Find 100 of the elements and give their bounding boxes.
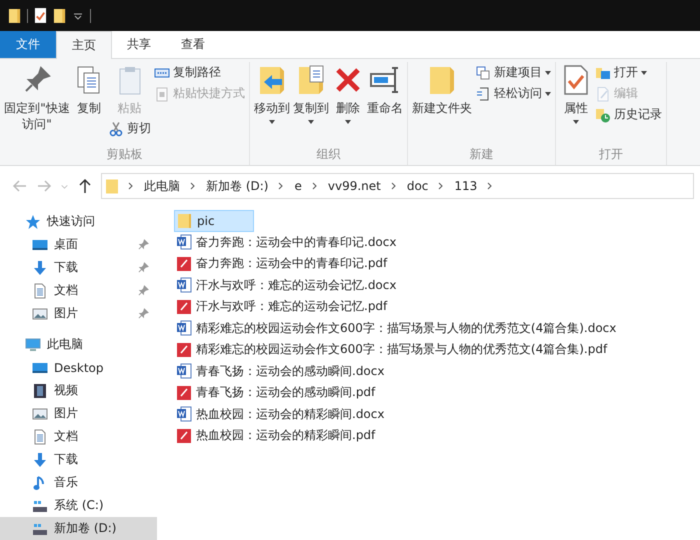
file-item[interactable]: 汗水与欢呼：难忘的运动会记忆.pdf [174,296,390,318]
breadcrumb-item[interactable]: 此电脑 [144,178,180,194]
ribbon-button[interactable]: 复制到 [292,62,330,126]
chevron-icon[interactable] [438,182,444,190]
file-item[interactable]: 汗水与欢呼：难忘的运动会记忆.docx [174,274,398,296]
chevron-icon[interactable] [190,182,196,190]
sidebar-item[interactable]: Desktop [0,356,157,379]
picture-icon [32,406,48,422]
folder-icon[interactable] [53,7,66,24]
ribbon-button[interactable]: 删除 [331,62,365,126]
easy-access-icon [475,86,491,102]
sidebar-item[interactable]: 下载 [0,256,157,279]
caret-icon [345,120,351,124]
breadcrumb-item[interactable]: 113 [454,179,478,193]
ribbon-button[interactable]: 复制路径 [153,62,246,83]
ribbon-button[interactable]: 移动到 [253,62,291,126]
ribbon-button[interactable]: 轻松访问 [474,83,552,104]
ribbon-button[interactable]: 新建项目 [474,62,552,83]
ribbon-tab[interactable]: 查看 [166,31,220,58]
document-icon [32,282,48,298]
picture-icon [32,306,48,322]
new-item-icon [475,64,491,80]
ribbon-button[interactable]: 属性 [559,62,593,126]
pdf-document-icon [176,256,192,272]
chevron-icon[interactable] [312,182,318,190]
sidebar-item[interactable]: 下载 [0,448,157,471]
edit-icon [595,86,611,102]
word-document-icon [176,277,192,294]
ribbon-tab[interactable]: 主页 [56,31,112,59]
chevron-icon[interactable] [128,182,134,190]
sidebar-item[interactable]: 此电脑 [0,333,157,356]
ribbon-button[interactable]: 打开 [594,62,663,83]
folder-icon[interactable] [8,7,21,24]
history-icon [595,106,611,122]
properties-icon[interactable] [34,7,47,24]
pdf-document-icon [176,342,192,358]
monitor-icon [25,336,41,352]
word-document-icon [176,363,192,380]
ribbon-button[interactable]: 重命名 [366,62,404,118]
sidebar-item[interactable]: 图片 [0,402,157,425]
file-item[interactable]: 精彩难忘的校园运动会作文600字：描写场景与人物的优秀范文(4篇合集).docx [174,318,618,339]
breadcrumb-item[interactable]: 新加卷 (D:) [206,178,268,194]
breadcrumb-item[interactable]: vv99.net [328,179,381,193]
caret-icon [573,120,579,124]
document-icon [32,428,48,444]
sidebar-item[interactable]: 视频 [0,379,157,402]
sidebar-item[interactable]: 快速访问 [0,210,157,233]
pdf-document-icon [176,428,192,444]
download-arrow-icon [32,260,48,276]
chevron-icon[interactable] [487,182,494,190]
file-item[interactable]: 青春飞扬：运动会的感动瞬间.pdf [174,382,378,404]
ribbon-button[interactable]: 剪切 [107,118,152,139]
folder-icon [177,212,193,229]
breadcrumb-item[interactable]: doc [406,179,428,193]
file-item[interactable]: pic [174,210,254,232]
file-item[interactable]: 热血校园：运动会的精彩瞬间.docx [174,404,386,425]
group-label: 剪贴板 [106,146,144,163]
download-arrow-icon [32,452,48,468]
rename-icon [369,64,401,96]
group-label: 打开 [598,146,624,163]
sidebar-item[interactable]: 图片 [0,302,157,325]
file-item[interactable]: 奋力奔跑：运动会中的青春印记.docx [174,232,398,253]
star-icon [25,214,41,230]
pdf-document-icon [176,298,192,315]
address-bar[interactable]: 此电脑 新加卷 (D:) e vv99.net doc 113 [101,173,694,199]
file-item[interactable]: 青春飞扬：运动会的感动瞬间.docx [174,360,386,382]
word-document-icon [176,320,192,336]
folder-icon [106,178,118,194]
ribbon-button[interactable]: 固定到"快速访问" [3,62,71,134]
scissors-icon [108,120,124,136]
ribbon-button[interactable]: 复制 [72,62,106,118]
group-label: 新建 [468,146,494,163]
sidebar-item[interactable]: 文档 [0,279,157,302]
word-document-icon [176,406,192,422]
chevron-icon[interactable] [278,182,284,190]
file-item[interactable]: 精彩难忘的校园运动会作文600字：描写场景与人物的优秀范文(4篇合集).pdf [174,339,610,360]
file-menu-tab[interactable]: 文件 [0,31,56,58]
sidebar-item[interactable]: 系统 (C:) [0,494,157,517]
ribbon-button[interactable]: 新建文件夹 [411,62,473,118]
sidebar-item[interactable]: 文档 [0,425,157,448]
shortcut-icon [154,86,170,102]
file-item[interactable]: 奋力奔跑：运动会中的青春印记.pdf [174,253,390,274]
caret-icon [545,92,551,96]
caret-icon [269,120,275,124]
breadcrumb-item[interactable]: e [294,179,302,193]
caret-icon [545,70,551,74]
up-icon[interactable] [77,178,93,194]
group-label: 组织 [316,146,342,163]
sidebar-item[interactable]: 音乐 [0,471,157,494]
pdf-document-icon [176,384,192,401]
caret-icon [641,70,647,74]
ribbon-button[interactable]: 历史记录 [594,104,663,125]
chevron-icon[interactable] [390,182,397,190]
sidebar-item[interactable]: 新加卷 (D:) [0,517,157,540]
word-document-icon [176,234,192,250]
sidebar-item[interactable]: 桌面 [0,233,157,256]
caret-icon [308,120,314,124]
file-item[interactable]: 热血校园：运动会的精彩瞬间.pdf [174,425,378,446]
film-icon [32,382,48,398]
ribbon-tab[interactable]: 共享 [112,31,166,58]
